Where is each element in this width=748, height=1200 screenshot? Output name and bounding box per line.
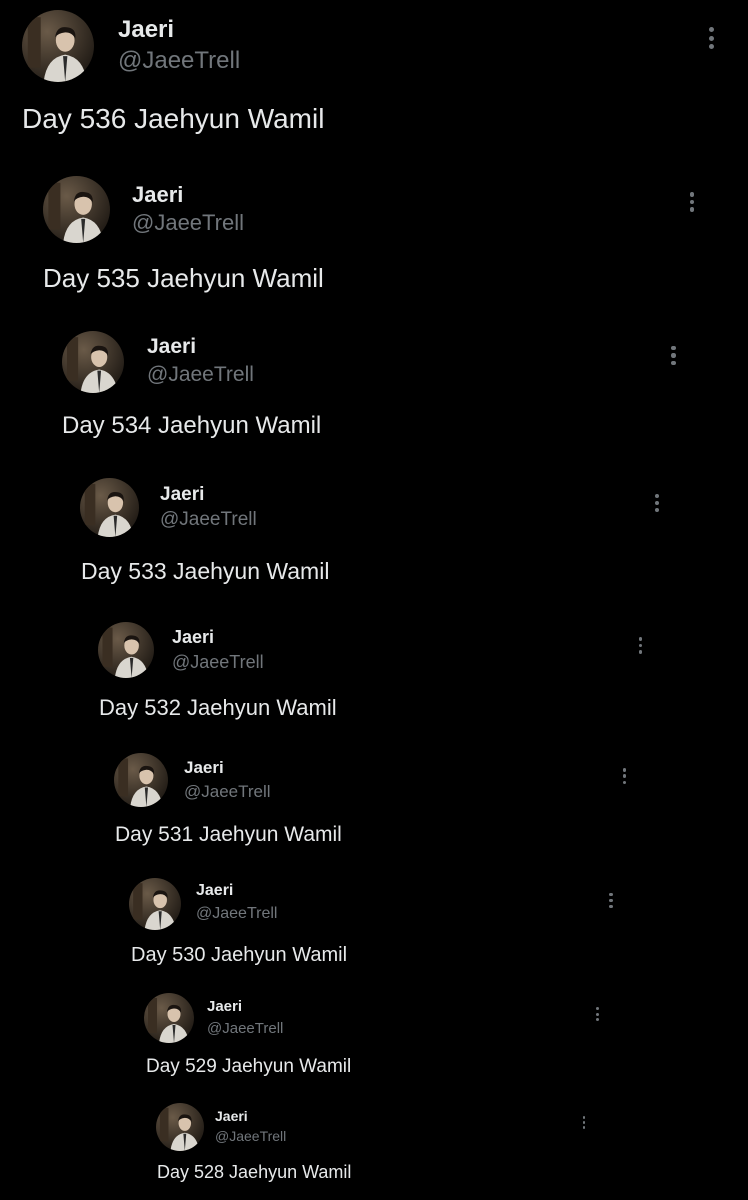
more-options-icon[interactable]	[582, 1116, 586, 1129]
more-options-icon[interactable]	[595, 1007, 599, 1021]
more-options-icon[interactable]	[609, 893, 613, 908]
avatar[interactable]	[114, 753, 168, 807]
post-text: Day 535 Jaehyun Wamil	[43, 263, 324, 293]
avatar[interactable]	[80, 478, 139, 537]
avatar[interactable]	[98, 622, 154, 678]
avatar[interactable]	[129, 878, 181, 930]
display-name[interactable]: Jaeri	[207, 998, 242, 1015]
username-handle[interactable]: @JaeeTrell	[147, 363, 254, 387]
username-handle[interactable]: @JaeeTrell	[172, 652, 264, 673]
display-name[interactable]: Jaeri	[147, 335, 196, 359]
username-handle[interactable]: @JaeeTrell	[160, 509, 257, 531]
username-handle[interactable]: @JaeeTrell	[207, 1020, 283, 1037]
display-name[interactable]: Jaeri	[215, 1108, 248, 1124]
more-options-icon[interactable]	[689, 192, 695, 212]
display-name[interactable]: Jaeri	[118, 16, 174, 44]
username-handle[interactable]: @JaeeTrell	[132, 210, 244, 236]
username-handle[interactable]: @JaeeTrell	[184, 782, 271, 802]
post-text: Day 529 Jaehyun Wamil	[146, 1056, 352, 1077]
display-name[interactable]: Jaeri	[172, 627, 214, 648]
post-text: Day 533 Jaehyun Wamil	[81, 558, 330, 584]
post-text: Day 532 Jaehyun Wamil	[99, 695, 337, 720]
post-text: Day 534 Jaehyun Wamil	[62, 412, 322, 439]
avatar[interactable]	[144, 993, 194, 1043]
avatar[interactable]	[22, 10, 94, 82]
more-options-icon[interactable]	[654, 494, 659, 512]
username-handle[interactable]: @JaeeTrell	[196, 905, 277, 923]
avatar[interactable]	[156, 1103, 204, 1151]
more-options-icon[interactable]	[638, 637, 643, 654]
display-name[interactable]: Jaeri	[132, 182, 183, 208]
post-text: Day 530 Jaehyun Wamil	[131, 944, 348, 966]
avatar[interactable]	[43, 176, 110, 243]
username-handle[interactable]: @JaeeTrell	[118, 47, 240, 75]
username-handle[interactable]: @JaeeTrell	[215, 1128, 286, 1144]
post-text: Day 531 Jaehyun Wamil	[115, 823, 342, 846]
post-text: Day 536 Jaehyun Wamil	[22, 103, 325, 134]
avatar[interactable]	[62, 331, 124, 393]
display-name[interactable]: Jaeri	[184, 758, 224, 778]
display-name[interactable]: Jaeri	[160, 484, 204, 506]
post-text: Day 528 Jaehyun Wamil	[157, 1162, 352, 1182]
display-name[interactable]: Jaeri	[196, 882, 233, 900]
more-options-icon[interactable]	[708, 27, 714, 49]
more-options-icon[interactable]	[671, 346, 676, 365]
more-options-icon[interactable]	[622, 768, 627, 784]
